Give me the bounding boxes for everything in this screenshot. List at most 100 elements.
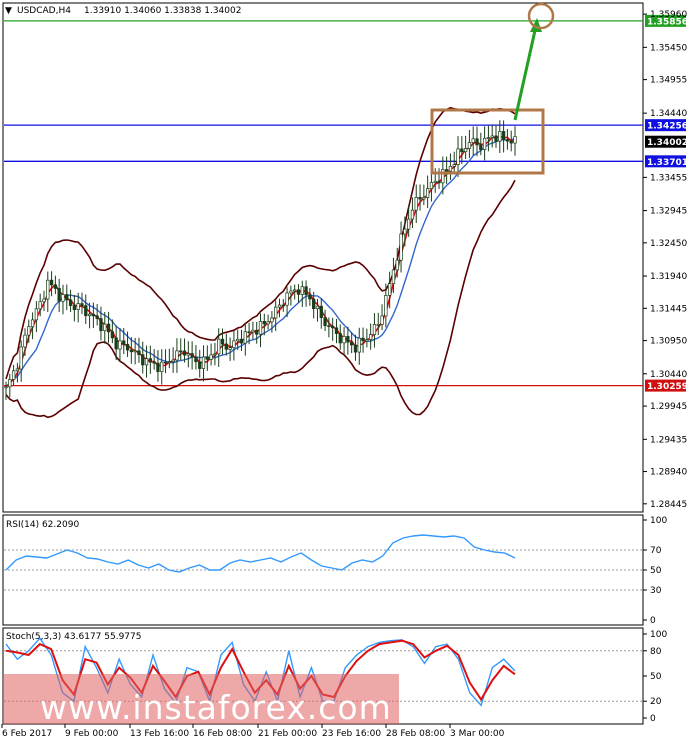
candle-body xyxy=(220,338,225,345)
candle-body xyxy=(463,148,468,153)
candle-body xyxy=(418,196,422,200)
candle-body xyxy=(91,313,96,317)
candle-body xyxy=(460,148,464,153)
price-tick-label: 1.30950 xyxy=(650,337,687,347)
stoch-tick-label: 0 xyxy=(650,714,656,724)
candle-body xyxy=(217,338,221,355)
candle-body xyxy=(255,329,259,335)
candle-body xyxy=(19,346,23,370)
stoch-tick-label: 100 xyxy=(650,630,667,640)
candle-body xyxy=(293,289,297,292)
price-tick-label: 1.35960 xyxy=(650,10,687,20)
candle-body xyxy=(467,142,472,149)
candle-body xyxy=(429,182,434,189)
price-chart: ▼ USDCAD,H4 1.33910 1.34060 1.33838 1.34… xyxy=(1,2,688,739)
candle-body xyxy=(175,350,179,361)
rsi-tick-label: 30 xyxy=(650,586,662,596)
candle-body xyxy=(156,362,160,372)
stoch-tick-label: 80 xyxy=(650,647,662,657)
candle-body xyxy=(80,303,84,306)
candle-body xyxy=(38,301,42,310)
candle-body xyxy=(376,324,380,326)
candle-body xyxy=(137,350,141,356)
candle-body xyxy=(380,315,384,325)
candle-body xyxy=(34,308,39,321)
candle-body xyxy=(144,358,149,366)
candle-body xyxy=(103,323,107,332)
candle-body xyxy=(346,336,350,343)
candle-body xyxy=(498,131,502,142)
candle-body xyxy=(361,337,365,342)
candle-body xyxy=(106,323,111,333)
candle-body xyxy=(513,136,517,144)
candle-body xyxy=(65,294,69,301)
candle-body xyxy=(99,318,103,332)
time-tick-label: 16 Feb 08:00 xyxy=(193,729,252,739)
candle-body xyxy=(57,288,61,302)
candle-body xyxy=(182,350,187,356)
time-tick-label: 3 Mar 00:00 xyxy=(450,729,505,739)
candle-body xyxy=(42,298,46,303)
candle-body xyxy=(437,180,441,184)
candle-body xyxy=(95,315,99,319)
price-tick-label: 1.29435 xyxy=(650,435,687,445)
chart-title: USDCAD,H4 xyxy=(17,6,71,16)
candle-body xyxy=(444,169,449,172)
candle-body xyxy=(243,331,247,344)
rsi-tick-label: 70 xyxy=(650,546,662,556)
candle-body xyxy=(76,303,80,310)
candle-body xyxy=(304,286,308,296)
candle-body xyxy=(300,286,304,295)
price-tick-label: 1.31445 xyxy=(650,304,687,314)
candle-body xyxy=(125,344,130,351)
stoch-tick-label: 20 xyxy=(650,697,662,707)
candle-body xyxy=(53,284,58,289)
candle-body xyxy=(148,358,152,363)
candle-body xyxy=(133,350,137,353)
candle-body xyxy=(84,305,88,317)
price-tick-label: 1.30440 xyxy=(650,370,687,380)
candle-body xyxy=(179,350,183,353)
candle-body xyxy=(448,166,453,172)
rsi-tick-label: 0 xyxy=(650,616,656,626)
price-tick-label: 1.33455 xyxy=(650,173,687,183)
candle-body xyxy=(236,338,240,342)
candle-body xyxy=(201,356,206,369)
candle-body xyxy=(308,294,312,300)
rsi-tick-label: 50 xyxy=(650,566,662,576)
candle-body xyxy=(194,356,198,363)
candle-body xyxy=(129,349,134,353)
candle-body xyxy=(15,368,20,372)
candle-body xyxy=(501,131,506,141)
candle-body xyxy=(8,379,12,388)
watermark-text: www.instaforex.com xyxy=(40,688,392,727)
time-tick-label: 13 Feb 16:00 xyxy=(130,729,189,739)
candle-body xyxy=(475,138,479,146)
ohlc-readout: 1.33910 1.34060 1.33838 1.34002 xyxy=(84,6,241,16)
candle-body xyxy=(224,343,228,350)
candle-body xyxy=(68,299,73,306)
candle-body xyxy=(152,361,156,364)
candle-body xyxy=(296,289,301,295)
rsi-tick-label: 100 xyxy=(650,516,667,526)
time-tick-label: 9 Feb 00:00 xyxy=(65,729,119,739)
candle-body xyxy=(479,144,483,150)
time-tick-label: 23 Feb 16:00 xyxy=(322,729,381,739)
candle-body xyxy=(232,340,236,349)
stoch-title: Stoch(5,3,3) 43.6177 55.9775 xyxy=(6,632,141,642)
candle-body xyxy=(213,353,217,356)
candle-body xyxy=(456,148,460,165)
dropdown-icon[interactable]: ▼ xyxy=(5,6,12,16)
price-tick-label: 1.31940 xyxy=(650,272,687,282)
level-tag-label: 1.34256 xyxy=(647,122,688,132)
candle-body xyxy=(122,340,126,345)
price-tick-label: 1.34440 xyxy=(650,109,687,119)
time-tick-label: 21 Feb 00:00 xyxy=(258,729,317,739)
candle-body xyxy=(452,164,456,167)
candle-body xyxy=(406,218,411,230)
candle-body xyxy=(205,356,209,360)
candle-body xyxy=(369,334,373,340)
candle-body xyxy=(494,135,498,142)
candle-body xyxy=(319,305,323,319)
price-tick-label: 1.28940 xyxy=(650,468,687,478)
